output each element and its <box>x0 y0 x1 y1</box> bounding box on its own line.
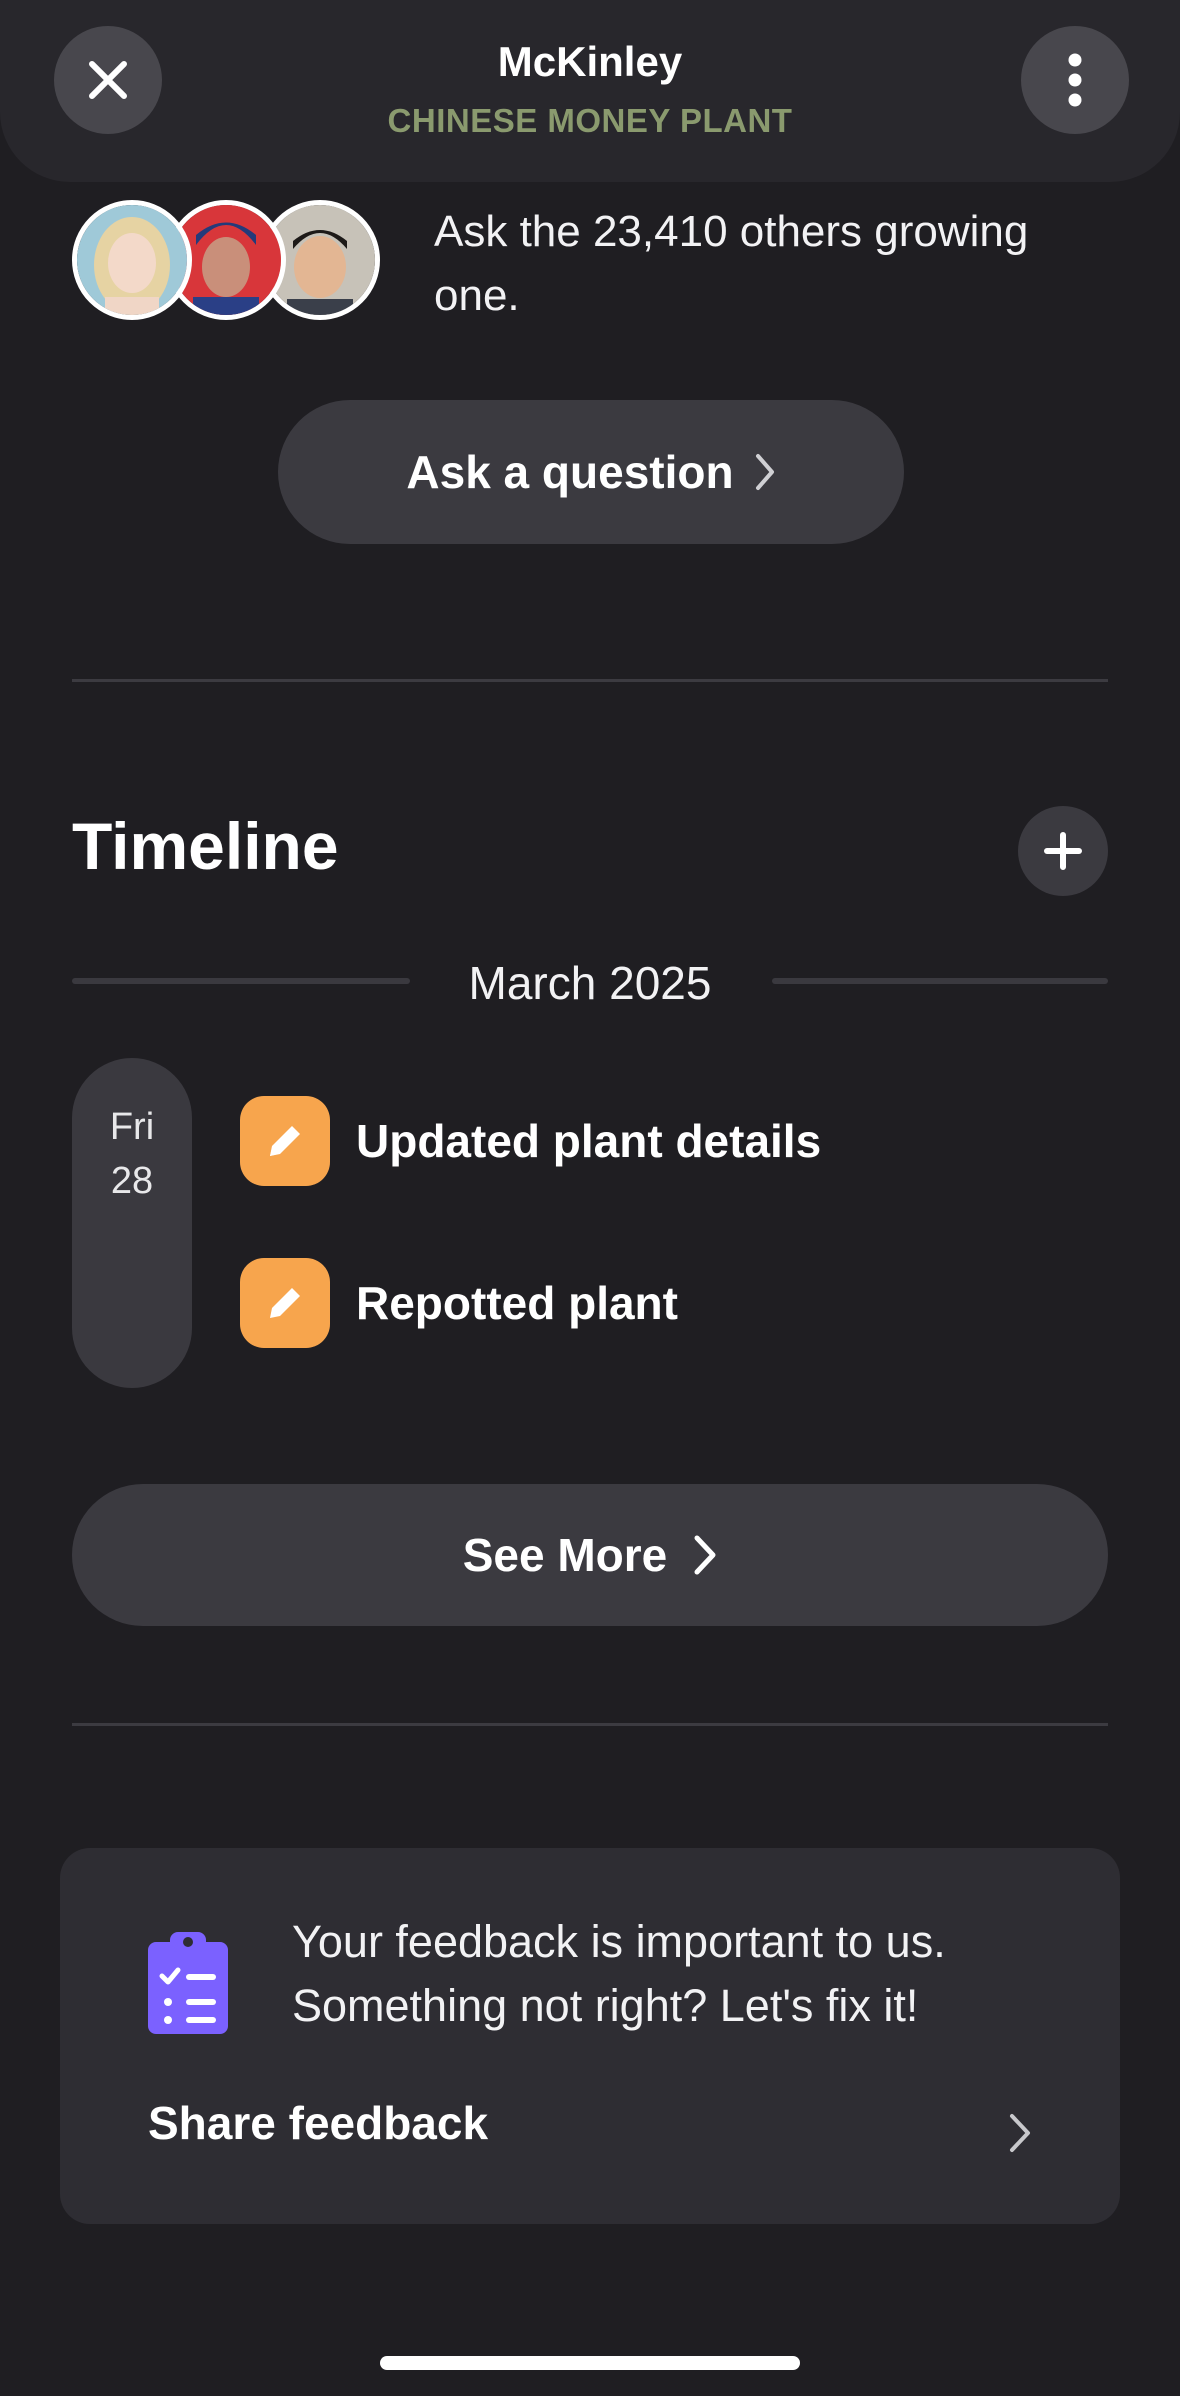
plant-species: CHINESE MONEY PLANT <box>387 102 793 139</box>
share-feedback-link[interactable]: Share feedback <box>148 2096 488 2150</box>
event-label: Updated plant details <box>356 1115 822 1167</box>
see-more-label: See More <box>462 1529 668 1581</box>
date-day-of-week: Fri <box>109 1106 155 1148</box>
add-timeline-entry-button[interactable] <box>1018 806 1108 896</box>
feedback-card: Your feedback is important to us. Someth… <box>60 1848 1120 2224</box>
more-vertical-icon <box>1068 53 1082 107</box>
section-divider <box>72 679 1108 682</box>
month-separator: March 2025 <box>72 950 1108 1010</box>
event-label: Repotted plant <box>356 1277 678 1329</box>
pencil-icon <box>270 1126 300 1156</box>
chevron-right-icon <box>755 454 774 490</box>
pencil-icon <box>270 1288 300 1318</box>
event-icon <box>240 1258 330 1348</box>
month-line-right <box>772 978 1108 984</box>
feedback-message: Your feedback is important to us. Someth… <box>292 1916 946 2031</box>
plant-name: McKinley <box>497 38 683 85</box>
community-prompt-text: Ask the 23,410 others growing one. <box>434 207 1029 320</box>
more-options-button[interactable] <box>1021 26 1129 134</box>
timeline-heading: Timeline <box>72 809 339 883</box>
community-avatars <box>72 200 392 324</box>
clipboard-checklist-icon <box>148 1932 228 2034</box>
see-more-button[interactable]: See More <box>72 1484 1108 1626</box>
ask-question-label: Ask a question <box>406 446 734 498</box>
plus-icon <box>1044 832 1082 870</box>
feedback-icon-wrapper <box>146 1928 230 2041</box>
top-bar: McKinley CHINESE MONEY PLANT <box>0 0 1180 182</box>
event-icon <box>240 1096 330 1186</box>
avatar <box>72 200 192 320</box>
chevron-right-icon <box>694 1535 716 1575</box>
ask-question-button[interactable]: Ask a question <box>278 400 904 544</box>
timeline-event[interactable]: Updated plant details <box>240 1096 821 1186</box>
date-day: 28 <box>110 1160 154 1202</box>
home-indicator <box>380 2356 800 2370</box>
plant-detail-page: McKinley CHINESE MONEY PLANT Ask the 23,… <box>0 0 1180 2396</box>
section-divider <box>72 1723 1108 1726</box>
timeline-date: Fri 28 <box>72 1058 192 1388</box>
timeline-event[interactable]: Repotted plant <box>240 1258 678 1348</box>
chevron-right-icon[interactable] <box>1008 2112 1032 2154</box>
